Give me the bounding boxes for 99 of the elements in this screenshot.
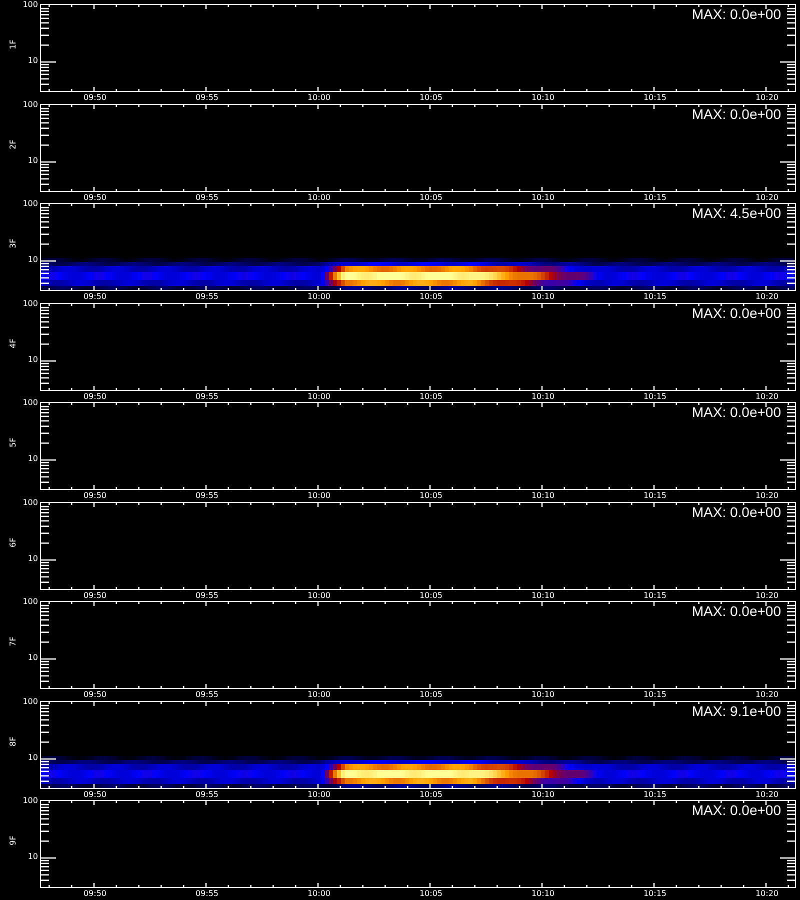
axis-tick-label: 10:20 xyxy=(754,491,780,501)
axis-tick-label: 10:10 xyxy=(530,590,556,600)
axis-tick-label: 10:10 xyxy=(530,93,556,103)
axis-tick-label: 09:55 xyxy=(194,491,220,501)
axis-tick-label: 09:50 xyxy=(82,192,108,202)
axis-tick-label: 10 xyxy=(28,354,38,364)
axis-tick-label: 10:15 xyxy=(642,690,668,700)
axis-tick-label: 10:05 xyxy=(418,790,444,800)
axis-tick-label: 10:05 xyxy=(418,93,444,103)
axis-tick-label: 09:50 xyxy=(82,690,108,700)
axis-tick-label: 10:15 xyxy=(642,192,668,202)
axis-tick-label: 10 xyxy=(28,454,38,464)
axis-tick-label: 09:50 xyxy=(82,491,108,501)
channel-label: 9F xyxy=(8,836,18,846)
axis-tick-label: 09:55 xyxy=(194,889,220,899)
axis-tick-label: 10:15 xyxy=(642,491,668,501)
axis-tick-label: 10:15 xyxy=(642,93,668,103)
axis-tick-label: 10:20 xyxy=(754,192,780,202)
axis-tick-label: 10:15 xyxy=(642,292,668,302)
axis-tick-label: 10:05 xyxy=(418,889,444,899)
axis-tick-label: 10:10 xyxy=(530,192,556,202)
axis-tick-label: 100 xyxy=(22,298,38,308)
axis-tick-label: 10:10 xyxy=(530,889,556,899)
axis-tick-label: 100 xyxy=(22,696,38,706)
axis-tick-label: 10:00 xyxy=(306,790,332,800)
axis-tick-label: 10:00 xyxy=(306,93,332,103)
axis-tick-label: 10:00 xyxy=(306,690,332,700)
axis-tick-label: 100 xyxy=(22,796,38,806)
channel-label: 2F xyxy=(8,139,18,149)
axis-tick-label: 10:20 xyxy=(754,590,780,600)
max-value-label: MAX: 0.0e+00 xyxy=(692,6,781,22)
axis-tick-label: 100 xyxy=(22,0,38,10)
channel-label: 3F xyxy=(8,238,18,248)
axis-tick-label: 09:55 xyxy=(194,690,220,700)
max-value-label: MAX: 0.0e+00 xyxy=(692,106,781,122)
axis-tick-label: 10:15 xyxy=(642,392,668,402)
channel-label: 7F xyxy=(8,636,18,646)
axis-tick-label: 10:00 xyxy=(306,192,332,202)
max-value-label: MAX: 0.0e+00 xyxy=(692,404,781,420)
channel-label: 6F xyxy=(8,537,18,547)
axis-tick-label: 10:20 xyxy=(754,690,780,700)
axis-tick-label: 10:05 xyxy=(418,292,444,302)
axis-tick-label: 10 xyxy=(28,653,38,663)
axis-tick-label: 10:20 xyxy=(754,790,780,800)
axis-tick-label: 10:10 xyxy=(530,292,556,302)
axis-tick-label: 10:05 xyxy=(418,690,444,700)
axis-tick-label: 100 xyxy=(22,100,38,110)
axis-tick-label: 09:50 xyxy=(82,889,108,899)
axis-tick-label: 10:10 xyxy=(530,392,556,402)
axis-tick-label: 10 xyxy=(28,255,38,265)
max-value-label: MAX: 0.0e+00 xyxy=(692,504,781,520)
axis-tick-label: 10:05 xyxy=(418,392,444,402)
axis-tick-label: 10:15 xyxy=(642,590,668,600)
axis-tick-label: 10:00 xyxy=(306,590,332,600)
axis-tick-label: 10:20 xyxy=(754,392,780,402)
max-value-label: MAX: 4.5e+00 xyxy=(692,205,781,221)
channel-label: 8F xyxy=(8,736,18,746)
axis-tick-label: 10:20 xyxy=(754,93,780,103)
axis-tick-label: 10:10 xyxy=(530,790,556,800)
axis-tick-label: 10:05 xyxy=(418,590,444,600)
axis-tick-label: 10:00 xyxy=(306,491,332,501)
max-value-label: MAX: 0.0e+00 xyxy=(692,603,781,619)
axis-tick-label: 10:10 xyxy=(530,690,556,700)
axis-tick-label: 10:20 xyxy=(754,292,780,302)
axis-tick-label: 10:15 xyxy=(642,889,668,899)
axis-tick-label: 100 xyxy=(22,498,38,508)
axis-tick-label: 10:05 xyxy=(418,491,444,501)
max-value-label: MAX: 0.0e+00 xyxy=(692,304,781,320)
axis-tick-label: 09:50 xyxy=(82,590,108,600)
max-value-label: MAX: 9.1e+00 xyxy=(692,702,781,718)
axis-tick-label: 10:20 xyxy=(754,889,780,899)
axis-tick-label: 10 xyxy=(28,56,38,66)
axis-tick-label: 10:00 xyxy=(306,292,332,302)
axis-tick-label: 10:10 xyxy=(530,491,556,501)
axis-tick-label: 10:00 xyxy=(306,392,332,402)
axis-tick-label: 09:55 xyxy=(194,392,220,402)
axis-tick-label: 10:00 xyxy=(306,889,332,899)
axis-tick-label: 09:50 xyxy=(82,790,108,800)
axis-tick-label: 10 xyxy=(28,156,38,166)
channel-label: 5F xyxy=(8,438,18,448)
max-value-label: MAX: 0.0e+00 xyxy=(692,802,781,818)
axis-tick-label: 09:55 xyxy=(194,590,220,600)
axis-tick-label: 10:05 xyxy=(418,192,444,202)
axis-tick-label: 09:55 xyxy=(194,292,220,302)
axis-tick-label: 10 xyxy=(28,752,38,762)
axis-tick-label: 10 xyxy=(28,852,38,862)
channel-label: 4F xyxy=(8,338,18,348)
axis-tick-label: 10 xyxy=(28,554,38,564)
axis-tick-label: 09:50 xyxy=(82,392,108,402)
axis-tick-label: 09:55 xyxy=(194,790,220,800)
axis-tick-label: 09:55 xyxy=(194,192,220,202)
channel-label: 1F xyxy=(8,40,18,50)
axis-tick-label: 100 xyxy=(22,398,38,408)
axis-tick-label: 09:50 xyxy=(82,93,108,103)
axis-tick-label: 100 xyxy=(22,597,38,607)
axis-tick-label: 10:15 xyxy=(642,790,668,800)
axis-tick-label: 09:55 xyxy=(194,93,220,103)
axis-tick-label: 100 xyxy=(22,199,38,209)
axis-tick-label: 09:50 xyxy=(82,292,108,302)
